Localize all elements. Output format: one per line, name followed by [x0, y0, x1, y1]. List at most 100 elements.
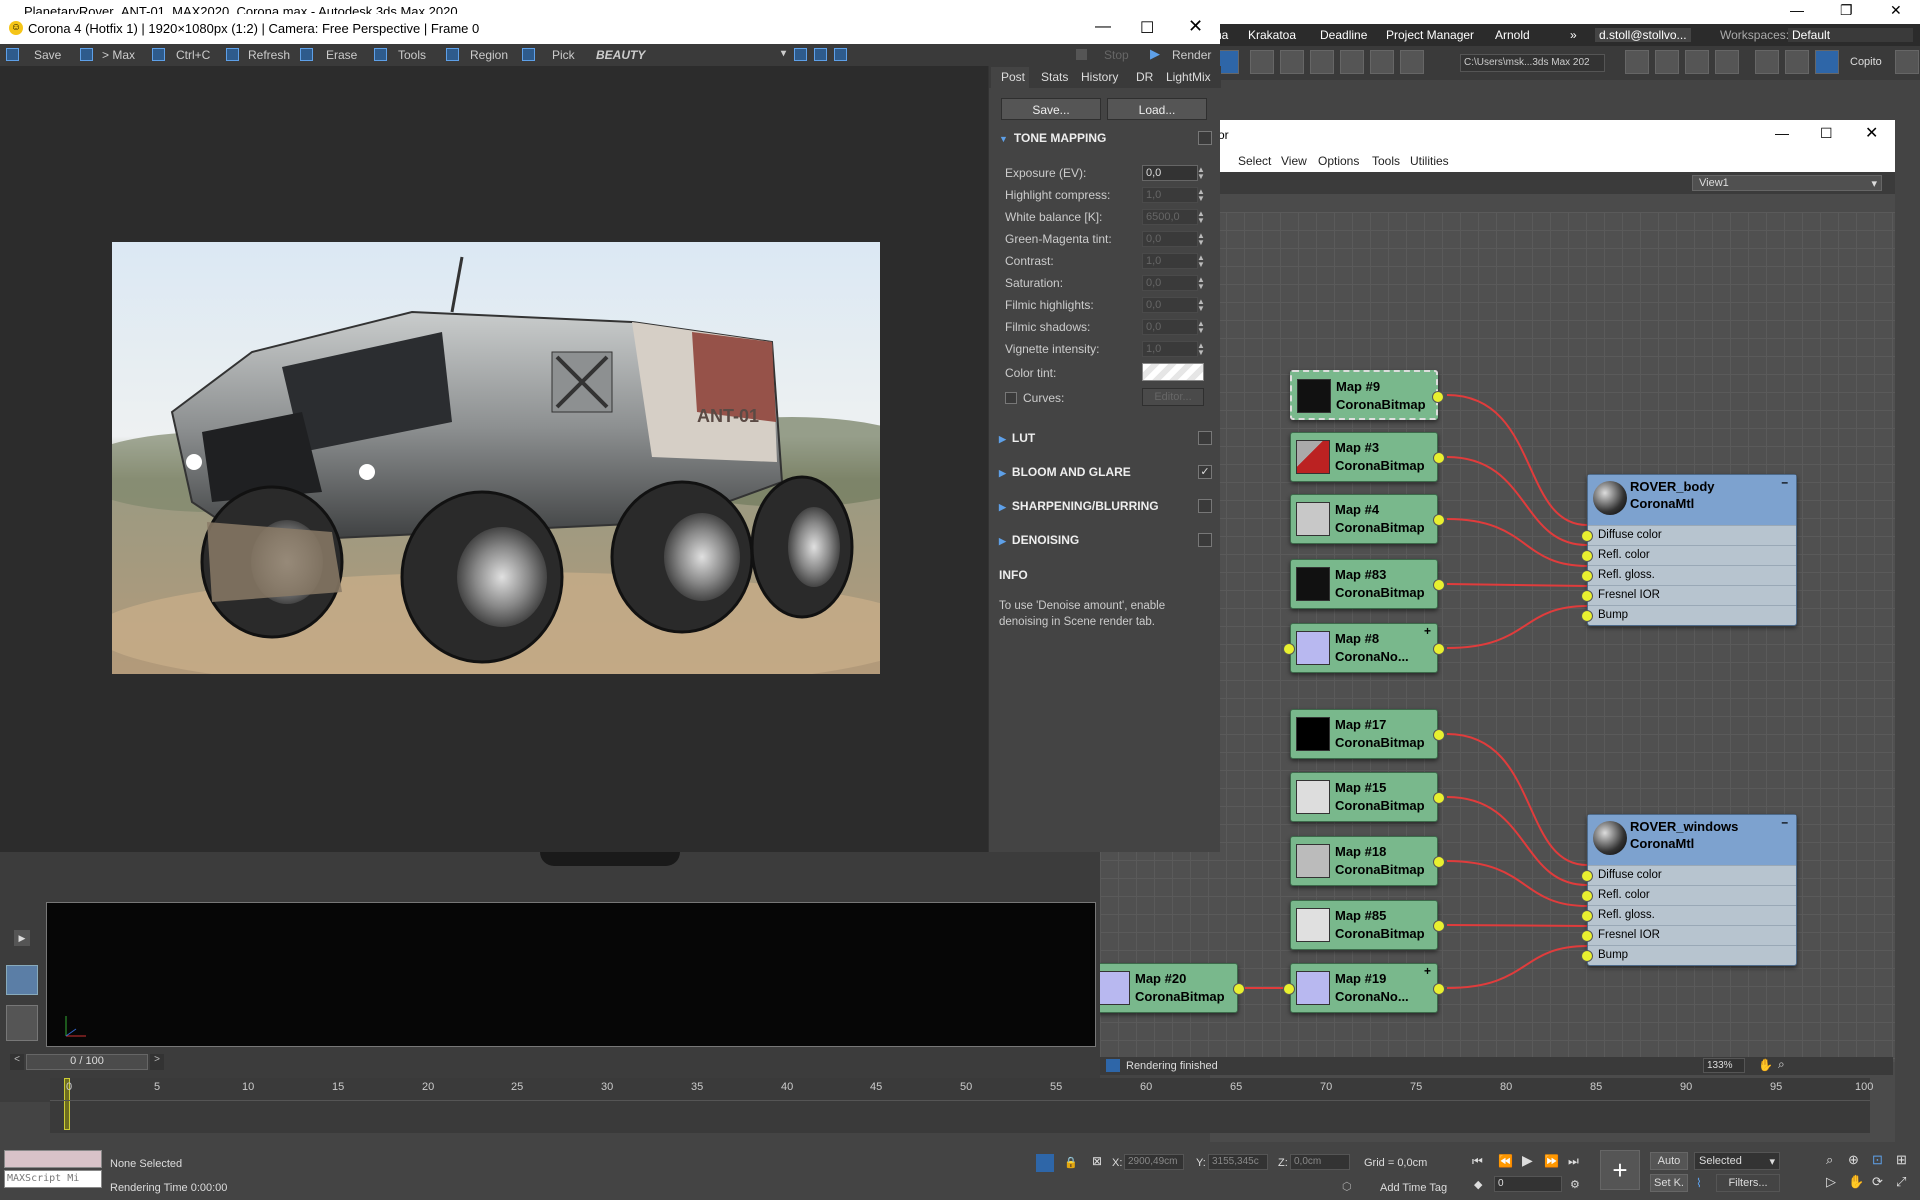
toggle-ribbon-icon[interactable]: [1715, 50, 1739, 74]
copito-label[interactable]: Copito: [1850, 56, 1882, 68]
time-prev-icon[interactable]: <: [10, 1054, 24, 1070]
input-socket[interactable]: [1581, 890, 1593, 902]
erase-icon[interactable]: [300, 48, 313, 61]
transform-mode-icon[interactable]: ⊠: [1092, 1154, 1102, 1168]
node-map-3[interactable]: Map #3 CoronaBitmap: [1290, 432, 1445, 482]
prev-frame-icon[interactable]: ⏪: [1498, 1154, 1513, 1168]
refresh-button[interactable]: Refresh: [248, 48, 290, 62]
y-coordinate-field[interactable]: 3155,345c: [1208, 1154, 1268, 1170]
output-socket[interactable]: [1433, 729, 1445, 741]
sme-maximize-icon[interactable]: ☐: [1820, 125, 1833, 142]
render-production-icon[interactable]: [1310, 50, 1334, 74]
tab-stats[interactable]: Stats: [1041, 70, 1068, 84]
output-socket[interactable]: [1433, 452, 1445, 464]
viewport-layout-icon[interactable]: [6, 965, 38, 995]
spinner-icon[interactable]: ▲ ▼: [1197, 166, 1205, 181]
sme-menu-select[interactable]: Select: [1238, 154, 1271, 168]
goto-end-icon[interactable]: ⏭: [1568, 1154, 1579, 1169]
region-button[interactable]: Region: [470, 48, 508, 62]
node-map-20[interactable]: Map #20 CoronaBitmap: [1090, 963, 1245, 1013]
node-map-4[interactable]: Map #4 CoronaBitmap: [1290, 494, 1445, 544]
erase-button[interactable]: Erase: [326, 48, 357, 62]
pick-icon[interactable]: [522, 48, 535, 61]
pan-icon[interactable]: ✋: [1848, 1174, 1864, 1190]
node-map-85[interactable]: Map #85 CoronaBitmap: [1290, 900, 1445, 950]
sme-menu-view[interactable]: View: [1281, 154, 1307, 168]
slot-refl-gloss[interactable]: Refl. gloss.: [1581, 565, 1796, 585]
sme-menu-utilities[interactable]: Utilities: [1410, 154, 1449, 168]
node-map-8[interactable]: Map #8 CoronaNo... +: [1283, 623, 1445, 673]
zoom-out-icon[interactable]: [814, 48, 827, 61]
workspace-dropdown[interactable]: Default: [1788, 28, 1913, 42]
timeline-track[interactable]: 0 5 10 15 20 25 30 35 40 45 50 55 60 65 …: [50, 1078, 1873, 1133]
sme-close-icon[interactable]: ✕: [1865, 123, 1878, 143]
fov-icon[interactable]: ▷: [1826, 1174, 1836, 1190]
current-frame-field[interactable]: 0: [1494, 1176, 1562, 1192]
sme-menu-tools[interactable]: Tools: [1372, 154, 1400, 168]
vfb-maximize-icon[interactable]: ☐: [1140, 18, 1154, 38]
tab-history[interactable]: History: [1081, 70, 1118, 84]
expand-icon[interactable]: +: [1424, 624, 1431, 638]
section-bloom-glare[interactable]: ▶ BLOOM AND GLARE: [999, 465, 1131, 479]
menu-krakatoa[interactable]: Krakatoa: [1248, 28, 1296, 42]
node-map-19[interactable]: Map #19 CoronaNo... +: [1283, 963, 1445, 1013]
bloom-glare-checkbox[interactable]: ✓: [1198, 465, 1212, 479]
output-socket[interactable]: [1433, 983, 1445, 995]
minimize-icon[interactable]: —: [1790, 2, 1804, 18]
tools-button[interactable]: Tools: [398, 48, 426, 62]
region-icon[interactable]: [446, 48, 459, 61]
slot-diffuse-color[interactable]: Diffuse color: [1581, 865, 1796, 885]
goto-start-icon[interactable]: ⏮: [1472, 1154, 1483, 1169]
add-time-tag[interactable]: Add Time Tag: [1380, 1182, 1447, 1194]
to-max-button[interactable]: > Max: [102, 48, 135, 62]
input-socket[interactable]: [1581, 590, 1593, 602]
node-map-18[interactable]: Map #18 CoronaBitmap: [1290, 836, 1445, 886]
render-play-icon[interactable]: ▶: [1150, 46, 1160, 62]
zoom-dropdown[interactable]: 133%: [1703, 1058, 1745, 1073]
pin-icon[interactable]: [1400, 50, 1424, 74]
tone-mapping-checkbox[interactable]: [1198, 131, 1212, 145]
input-socket[interactable]: [1581, 570, 1593, 582]
slot-refl-gloss[interactable]: Refl. gloss.: [1581, 905, 1796, 925]
copy-icon[interactable]: [152, 48, 165, 61]
vfb-close-icon[interactable]: ✕: [1188, 16, 1203, 37]
zoom-extents-icon[interactable]: ⊡: [1872, 1152, 1883, 1168]
node-map-17[interactable]: Map #17 CoronaBitmap: [1290, 709, 1445, 759]
angle-snap-icon[interactable]: [1785, 50, 1809, 74]
next-frame-icon[interactable]: ⏩: [1544, 1154, 1559, 1168]
close-icon[interactable]: ✕: [1890, 2, 1902, 19]
tools-icon[interactable]: [374, 48, 387, 61]
pick-button[interactable]: Pick: [552, 48, 575, 62]
time-next-icon[interactable]: >: [150, 1054, 164, 1070]
input-socket[interactable]: [1581, 610, 1593, 622]
load-preset-button[interactable]: Load...: [1107, 98, 1207, 120]
play-icon[interactable]: ▶: [1522, 1152, 1533, 1169]
zoom-fit-icon[interactable]: [834, 48, 847, 61]
key-tangent-icon[interactable]: ⌇: [1696, 1176, 1702, 1190]
slot-refl-color[interactable]: Refl. color: [1581, 885, 1796, 905]
save-icon[interactable]: [6, 48, 19, 61]
vfb-minimize-icon[interactable]: —: [1095, 18, 1111, 36]
filters-button[interactable]: Filters...: [1716, 1174, 1780, 1192]
copy-button[interactable]: Ctrl+C: [176, 48, 210, 62]
output-socket[interactable]: [1433, 514, 1445, 526]
maximize-viewport-icon[interactable]: ⤢: [1896, 1174, 1906, 1190]
render-iterative-icon[interactable]: [1340, 50, 1364, 74]
node-map-9[interactable]: Map #9 CoronaBitmap: [1290, 370, 1444, 420]
output-socket[interactable]: [1433, 792, 1445, 804]
time-config-icon[interactable]: ⚙: [1570, 1178, 1580, 1191]
denoising-checkbox[interactable]: [1198, 533, 1212, 547]
slot-bump[interactable]: Bump: [1581, 605, 1796, 625]
input-socket[interactable]: [1581, 930, 1593, 942]
sharpening-checkbox[interactable]: [1198, 499, 1212, 513]
section-tone-mapping[interactable]: ▼ TONE MAPPING: [999, 131, 1106, 145]
output-socket[interactable]: [1432, 391, 1444, 403]
slot-fresnel-ior[interactable]: Fresnel IOR: [1581, 925, 1796, 945]
play-panel-icon[interactable]: ▶: [14, 930, 30, 946]
material-header[interactable]: ROVER_windows CoronaMtl –: [1588, 815, 1796, 865]
maxscript-listener-pink[interactable]: [4, 1150, 102, 1168]
zoom-icon[interactable]: ⌕: [1826, 1152, 1833, 1168]
input-socket[interactable]: [1581, 910, 1593, 922]
output-socket[interactable]: [1433, 856, 1445, 868]
expand-icon[interactable]: +: [1424, 964, 1431, 978]
